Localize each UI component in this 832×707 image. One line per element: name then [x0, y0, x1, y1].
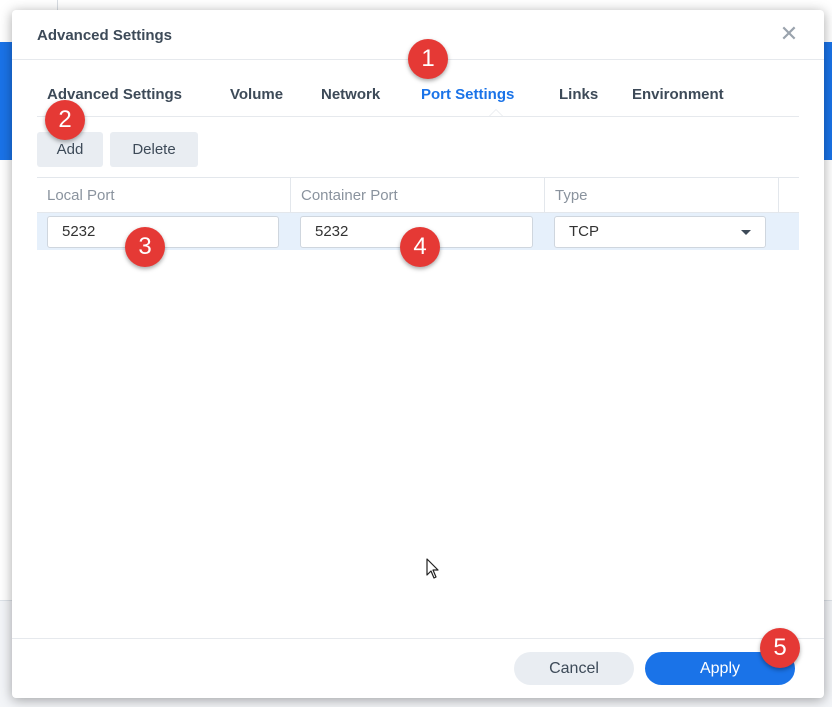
dialog-title: Advanced Settings	[37, 27, 173, 44]
grid-header: Local Port Container Port Type	[37, 177, 799, 213]
type-select[interactable]: TCP	[554, 216, 766, 248]
delete-button[interactable]: Delete	[110, 132, 198, 167]
callout-marker-3: 3	[125, 227, 165, 267]
tab-volume[interactable]: Volume	[230, 86, 283, 103]
tab-network[interactable]: Network	[321, 86, 380, 103]
dialog-footer: Cancel Apply	[12, 638, 824, 698]
column-header-type[interactable]: Type	[545, 178, 779, 212]
active-tab-indicator	[489, 109, 503, 116]
type-select-value: TCP	[569, 223, 599, 240]
cancel-button[interactable]: Cancel	[514, 652, 634, 685]
advanced-settings-dialog: Advanced Settings ✕ Advanced Settings Vo…	[12, 10, 824, 698]
column-header-container-port[interactable]: Container Port	[291, 178, 545, 212]
callout-marker-5: 5	[760, 628, 800, 668]
tab-bar: Advanced Settings Volume Network Port Se…	[37, 70, 799, 117]
column-header-local-port[interactable]: Local Port	[37, 178, 291, 212]
callout-marker-4: 4	[400, 227, 440, 267]
chevron-down-icon	[741, 230, 751, 235]
mouse-cursor-icon	[426, 558, 439, 579]
close-icon[interactable]: ✕	[776, 22, 802, 48]
callout-marker-2: 2	[45, 100, 85, 140]
callout-marker-1: 1	[408, 39, 448, 79]
tab-port-settings[interactable]: Port Settings	[421, 86, 514, 103]
tab-links[interactable]: Links	[559, 86, 598, 103]
tab-environment[interactable]: Environment	[632, 86, 724, 103]
